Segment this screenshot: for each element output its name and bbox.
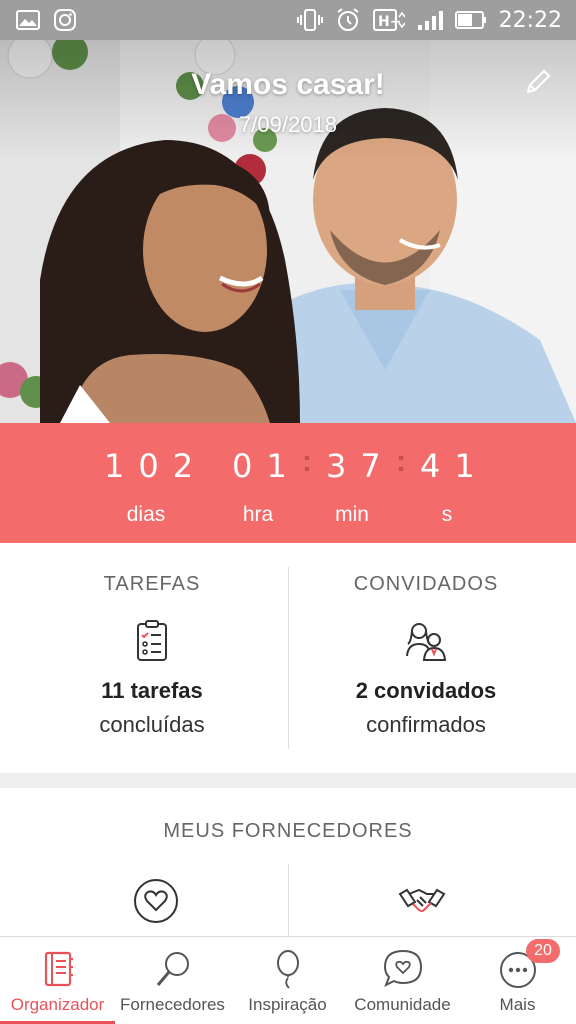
clock: 22:22 [498, 7, 562, 33]
section-divider [0, 773, 576, 788]
status-bar: H+ 22:22 [0, 0, 576, 40]
nav-fornecedores[interactable]: Fornecedores [115, 937, 230, 1024]
countdown-minutes-label: min [335, 503, 369, 526]
nav-label: Mais [499, 995, 536, 1014]
countdown-separator: : [302, 445, 312, 478]
countdown-seconds: 41 [420, 447, 489, 485]
guests-count: 2 convidados [355, 678, 497, 703]
svg-text:H+: H+ [378, 14, 401, 30]
handshake-icon[interactable] [397, 876, 447, 926]
wedding-title: Vamos casar! [191, 68, 385, 101]
vibrate-icon [296, 8, 323, 32]
chat-heart-icon [381, 947, 425, 991]
bottom-navigation: Organizador Fornecedores Inspiração Comu… [0, 936, 576, 1024]
guests-subtitle: confirmados [366, 712, 486, 737]
countdown-minutes: 37 [326, 447, 395, 485]
nav-label: Fornecedores [120, 995, 225, 1014]
wedding-date: 7/09/2018 [239, 112, 337, 137]
nav-mais[interactable]: Mais 20 [460, 937, 575, 1024]
tasks-title: TAREFAS [103, 573, 201, 595]
checklist-icon [129, 618, 175, 664]
tasks-card[interactable]: TAREFAS 11 tarefas concluídas [8, 543, 296, 773]
nav-label: Organizador [10, 995, 105, 1014]
countdown-days-label: dias [126, 503, 166, 526]
vendors-title: MEUS FORNECEDORES [163, 820, 413, 842]
nav-inspiracao[interactable]: Inspiração [230, 937, 345, 1024]
couple-icon [403, 618, 449, 664]
divider [288, 864, 289, 936]
battery-icon [454, 10, 487, 30]
balloon-icon [266, 947, 310, 991]
signal-icon [417, 9, 443, 31]
search-icon [151, 947, 195, 991]
countdown-banner: 102 01 : 37 : 41 dias hra min s [0, 423, 576, 543]
nav-comunidade[interactable]: Comunidade [345, 937, 460, 1024]
countdown-hours-label: hra [242, 503, 274, 526]
guests-card[interactable]: CONVIDADOS 2 convidados confirmados [282, 543, 570, 773]
countdown-seconds-label: s [441, 503, 453, 526]
alarm-icon [335, 7, 361, 33]
tasks-subtitle: concluídas [99, 712, 205, 737]
hplus-network-icon: H+ [372, 8, 405, 32]
nav-label: Comunidade [354, 995, 451, 1014]
image-icon [16, 10, 40, 30]
pencil-icon [526, 69, 551, 94]
tasks-count: 11 tarefas [101, 678, 203, 703]
couple-photo[interactable]: Vamos casar! 7/09/2018 [0, 40, 576, 423]
notebook-icon [36, 947, 80, 991]
instagram-icon [54, 9, 76, 31]
heart-icon[interactable] [131, 876, 181, 926]
nav-organizador[interactable]: Organizador [0, 937, 115, 1024]
stats-section: TAREFAS 11 tarefas concluídas CONVIDADOS [0, 543, 576, 773]
nav-label: Inspiração [248, 995, 327, 1014]
vendors-section: MEUS FORNECEDORES [0, 788, 576, 936]
countdown-days: 102 [104, 447, 208, 485]
countdown-hours: 01 [232, 447, 301, 485]
guests-title: CONVIDADOS [353, 573, 499, 595]
notification-badge: 20 [526, 939, 560, 963]
edit-button[interactable] [522, 66, 554, 98]
countdown-separator: : [396, 445, 406, 478]
